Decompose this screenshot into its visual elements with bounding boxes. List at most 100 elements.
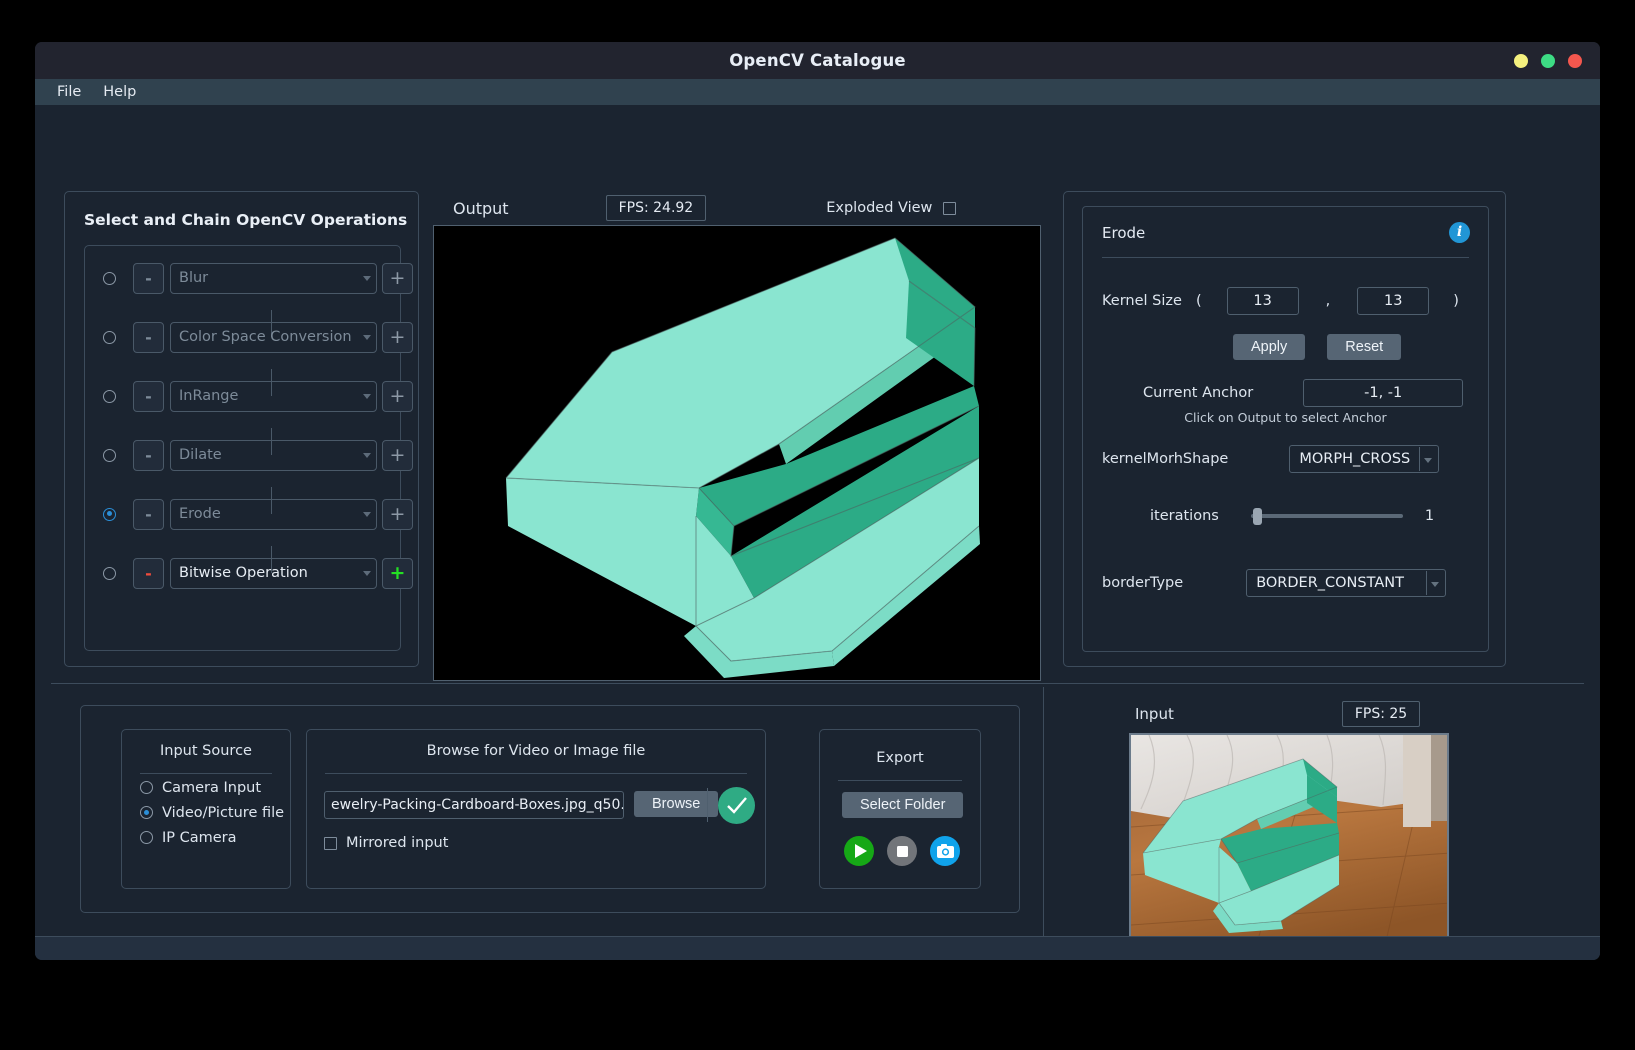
chevron-down-icon: [1431, 582, 1440, 587]
morph-shape-label: kernelMorhShape: [1102, 451, 1229, 467]
morph-shape-select[interactable]: MORPH_CROSS: [1289, 445, 1440, 473]
parameters-inner: Erode i Kernel Size ( 13 , 13 ) Apply Re…: [1082, 206, 1489, 652]
bottom-divider: [51, 683, 1584, 684]
bottom-vertical-divider: [1043, 687, 1044, 953]
close-button[interactable]: [1568, 53, 1582, 68]
select-separator: [1419, 447, 1421, 471]
play-icon[interactable]: [844, 836, 874, 866]
operation-label: Bitwise Operation: [179, 564, 308, 581]
confirm-check-icon[interactable]: [718, 787, 755, 824]
comma-separator: ,: [1325, 293, 1331, 309]
reset-button[interactable]: Reset: [1327, 334, 1402, 360]
operation-label: Erode: [179, 505, 221, 522]
operation-label: Dilate: [179, 446, 222, 463]
slider-handle[interactable]: [1252, 508, 1262, 525]
remove-operation-button[interactable]: -: [133, 498, 164, 530]
browse-button[interactable]: Browse: [634, 791, 719, 817]
parameters-title: Erode: [1102, 224, 1146, 242]
browse-title: Browse for Video or Image file: [426, 743, 646, 759]
paren-close: ): [1453, 293, 1459, 309]
radio-camera-input[interactable]: [140, 781, 153, 794]
add-operation-button[interactable]: +: [382, 380, 413, 412]
operation-radio-color-space-conversion[interactable]: [103, 330, 116, 344]
operation-select-inrange[interactable]: InRange: [170, 380, 377, 412]
operation-select-bitwise-operation[interactable]: Bitwise Operation: [170, 557, 377, 589]
output-fps-badge: FPS: 24.92: [605, 195, 707, 221]
add-operation-button[interactable]: +: [382, 498, 413, 530]
chevron-down-icon: [363, 452, 371, 458]
operation-row: - Blur +: [103, 262, 413, 294]
operation-radio-bitwise-operation[interactable]: [103, 566, 116, 580]
kernel-size-label: Kernel Size: [1102, 293, 1182, 309]
operation-select-dilate[interactable]: Dilate: [170, 439, 377, 471]
output-canvas[interactable]: [433, 225, 1041, 681]
label-ip-camera: IP Camera: [162, 829, 237, 846]
exploded-view-checkbox[interactable]: [943, 201, 957, 215]
remove-operation-button[interactable]: -: [133, 262, 164, 294]
operation-label: InRange: [179, 387, 239, 404]
exploded-view-control[interactable]: Exploded View: [826, 200, 957, 216]
window-controls: [1514, 53, 1582, 68]
export-group: Export Select Folder: [819, 729, 981, 889]
file-path-input[interactable]: ewelry-Packing-Cardboard-Boxes.jpg_q50.j…: [324, 791, 624, 819]
mirrored-input-checkbox[interactable]: [324, 836, 337, 850]
input-source-camera[interactable]: Camera Input: [140, 775, 290, 800]
add-operation-button[interactable]: +: [382, 557, 413, 589]
menu-item-file[interactable]: File: [57, 84, 81, 100]
radio-ip-camera[interactable]: [140, 831, 153, 844]
remove-operation-button[interactable]: -: [133, 557, 164, 589]
operation-row: - Bitwise Operation +: [103, 557, 413, 589]
kernel-height-input[interactable]: 13: [1357, 287, 1430, 315]
info-icon[interactable]: i: [1449, 222, 1470, 243]
input-source-ipcamera[interactable]: IP Camera: [140, 825, 290, 850]
operations-panel: Select and Chain OpenCV Operations - Blu…: [64, 191, 419, 667]
operation-select-color-space-conversion[interactable]: Color Space Conversion: [170, 321, 377, 353]
border-type-select[interactable]: BORDER_CONSTANT: [1246, 569, 1447, 597]
remove-operation-button[interactable]: -: [133, 321, 164, 353]
mirrored-input-control[interactable]: Mirrored input: [324, 835, 448, 851]
chevron-down-icon: [1424, 458, 1433, 463]
maximize-button[interactable]: [1541, 53, 1555, 68]
operation-row: - InRange +: [103, 380, 413, 412]
operation-select-blur[interactable]: Blur: [170, 262, 377, 294]
remove-operation-button[interactable]: -: [133, 439, 164, 471]
status-bar: [35, 936, 1600, 960]
camera-icon[interactable]: [930, 836, 960, 866]
border-type-value: BORDER_CONSTANT: [1256, 575, 1404, 591]
remove-operation-button[interactable]: -: [133, 380, 164, 412]
exploded-view-label: Exploded View: [826, 200, 933, 216]
select-folder-button[interactable]: Select Folder: [842, 792, 964, 818]
minimize-button[interactable]: [1514, 53, 1528, 68]
apply-button[interactable]: Apply: [1233, 334, 1306, 360]
input-source-group: Input Source Camera Input Video/Picture …: [121, 729, 291, 889]
operation-radio-erode[interactable]: [103, 507, 116, 521]
parameters-panel: Erode i Kernel Size ( 13 , 13 ) Apply Re…: [1063, 191, 1506, 667]
input-source-video[interactable]: Video/Picture file: [140, 800, 290, 825]
menu-bar: File Help: [35, 79, 1600, 105]
operation-radio-dilate[interactable]: [103, 448, 116, 462]
iterations-slider[interactable]: [1250, 507, 1403, 525]
app-window: OpenCV Catalogue File Help Select and Ch…: [35, 42, 1600, 960]
kernel-size-row: Kernel Size ( 13 , 13 ): [1102, 287, 1490, 315]
add-operation-button[interactable]: +: [382, 262, 413, 294]
output-header: Output FPS: 24.92 Exploded View: [435, 191, 1080, 225]
operations-list: - Blur + - Color Space Conversion + - In…: [84, 245, 413, 651]
operation-radio-inrange[interactable]: [103, 389, 116, 403]
add-operation-button[interactable]: +: [382, 439, 413, 471]
menu-item-help[interactable]: Help: [103, 84, 136, 100]
operation-row: - Dilate +: [103, 439, 413, 471]
input-source-title: Input Source: [160, 743, 252, 759]
operation-radio-blur[interactable]: [103, 271, 116, 285]
select-separator: [1426, 571, 1428, 595]
operation-select-erode[interactable]: Erode: [170, 498, 377, 530]
kernel-width-input[interactable]: 13: [1226, 287, 1299, 315]
input-preview-label: Input: [1135, 705, 1174, 723]
operation-row: - Color Space Conversion +: [103, 321, 413, 353]
morph-shape-value: MORPH_CROSS: [1299, 451, 1411, 467]
radio-video-picture-file[interactable]: [140, 806, 153, 819]
stop-icon[interactable]: [887, 836, 917, 866]
chevron-down-icon: [363, 334, 371, 340]
paren-open: (: [1195, 293, 1202, 309]
title-bar: OpenCV Catalogue: [35, 42, 1600, 79]
add-operation-button[interactable]: +: [382, 321, 413, 353]
